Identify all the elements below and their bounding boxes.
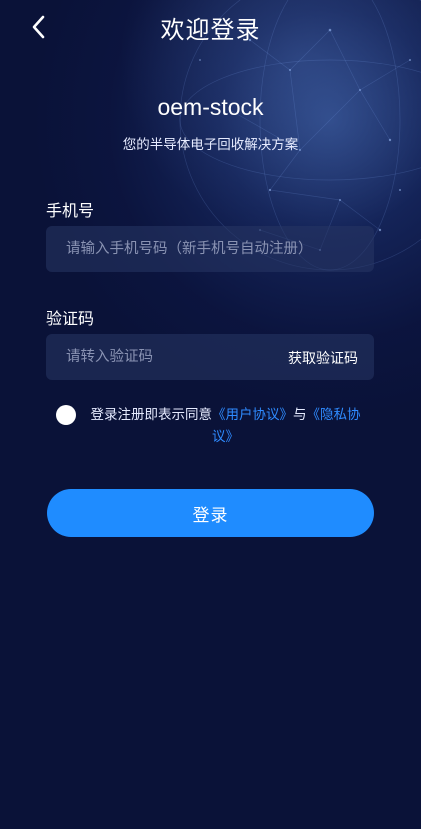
code-input[interactable] [46,334,296,380]
brand-tagline: 您的半导体电子回收解决方案 [122,137,299,153]
agreement-connector: 与 [293,407,307,423]
code-field-container: 获取验证码 [46,334,374,380]
phone-field-container [46,226,374,272]
agreement-text: 登录注册即表示同意《用户协议》与《隐私协议》 [83,404,368,448]
phone-input[interactable] [46,226,366,272]
agreement-radio[interactable] [56,405,76,425]
page-title: 欢迎登录 [160,16,261,44]
globe-background [0,0,421,560]
brand-name: oem-stock [157,94,264,120]
phone-label: 手机号 [46,201,95,220]
agreement-prefix: 登录注册即表示同意 [90,407,213,423]
user-agreement-link[interactable]: 《用户协议》 [212,407,293,423]
get-code-button[interactable]: 获取验证码 [288,348,358,368]
login-button[interactable]: 登录 [47,489,374,537]
navigation-bar: 欢迎登录 [0,0,421,54]
code-label: 验证码 [46,309,95,328]
